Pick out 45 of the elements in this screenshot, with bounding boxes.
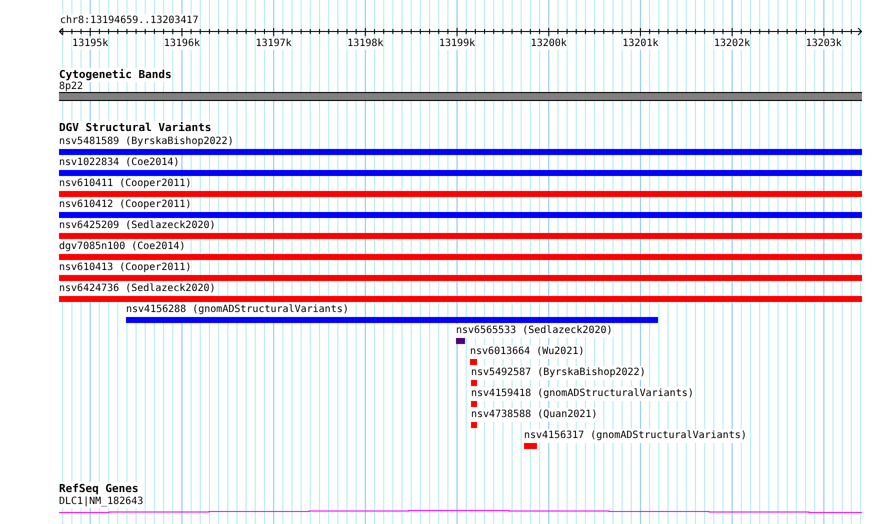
tick-label: 13197k: [256, 38, 292, 50]
variant-label: nsv610413 (Cooper2011): [59, 261, 192, 275]
variant-bar[interactable]: [59, 170, 862, 176]
variant-bar[interactable]: [59, 296, 862, 302]
variant-label: nsv4159418 (gnomADStructuralVariants): [471, 387, 694, 401]
variant-bar[interactable]: [59, 233, 862, 239]
variant-label: nsv4156317 (gnomADStructuralVariants): [524, 429, 747, 443]
variant-label: nsv6565533 (Sedlazeck2020): [456, 324, 613, 338]
variant-label: nsv4156288 (gnomADStructuralVariants): [126, 303, 349, 317]
tick-label: 13201k: [622, 38, 658, 50]
tick-label: 13198k: [347, 38, 384, 50]
tick-label: 13199k: [438, 38, 476, 50]
variant-bar[interactable]: [59, 149, 862, 155]
variant-bar[interactable]: [59, 212, 862, 218]
variant-bar[interactable]: [59, 254, 862, 260]
tick-label: 13195k: [72, 38, 108, 50]
variant-bar[interactable]: [126, 317, 658, 323]
variant-label: nsv6425209 (Sedlazeck2020): [59, 219, 216, 233]
track-title: RefSeq Genes: [59, 482, 138, 496]
variant-bar[interactable]: [59, 275, 862, 281]
tick-label: 13196k: [164, 38, 200, 50]
track-title: Cytogenetic Bands: [59, 68, 172, 82]
tick-label: 13203k: [806, 38, 842, 50]
track-title: DGV Structural Variants: [59, 121, 212, 135]
variant-label: nsv6424736 (Sedlazeck2020): [59, 282, 216, 296]
band-label: 8p22: [59, 82, 84, 92]
tick-label: 13200k: [530, 38, 567, 50]
variant-bar[interactable]: [59, 191, 862, 197]
variant-label: nsv4738588 (Quan2021): [471, 408, 598, 422]
region-label: chr8:13194659..13203417: [59, 14, 200, 28]
variant-bar[interactable]: [471, 401, 477, 407]
variant-bar[interactable]: [471, 380, 477, 386]
variant-label: nsv5481589 (ByrskaBishop2022): [59, 135, 234, 149]
variant-label: nsv610411 (Cooper2011): [59, 177, 192, 191]
variant-label: nsv5492587 (ByrskaBishop2022): [471, 366, 646, 380]
variant-label: nsv610412 (Cooper2011): [59, 198, 192, 212]
variant-label: dgv7085n100 (Coe2014): [59, 240, 186, 254]
variant-bar[interactable]: [471, 422, 477, 428]
tick-label: 13202k: [714, 38, 750, 50]
variant-label: nsv1022834 (Coe2014): [59, 156, 180, 170]
variant-bar[interactable]: [470, 359, 477, 365]
variant-bar[interactable]: [456, 338, 465, 344]
variant-label: nsv6013664 (Wu2021): [470, 345, 584, 359]
gene-label: DLC1|NM_182643: [59, 496, 144, 508]
variant-bar[interactable]: [524, 443, 537, 449]
